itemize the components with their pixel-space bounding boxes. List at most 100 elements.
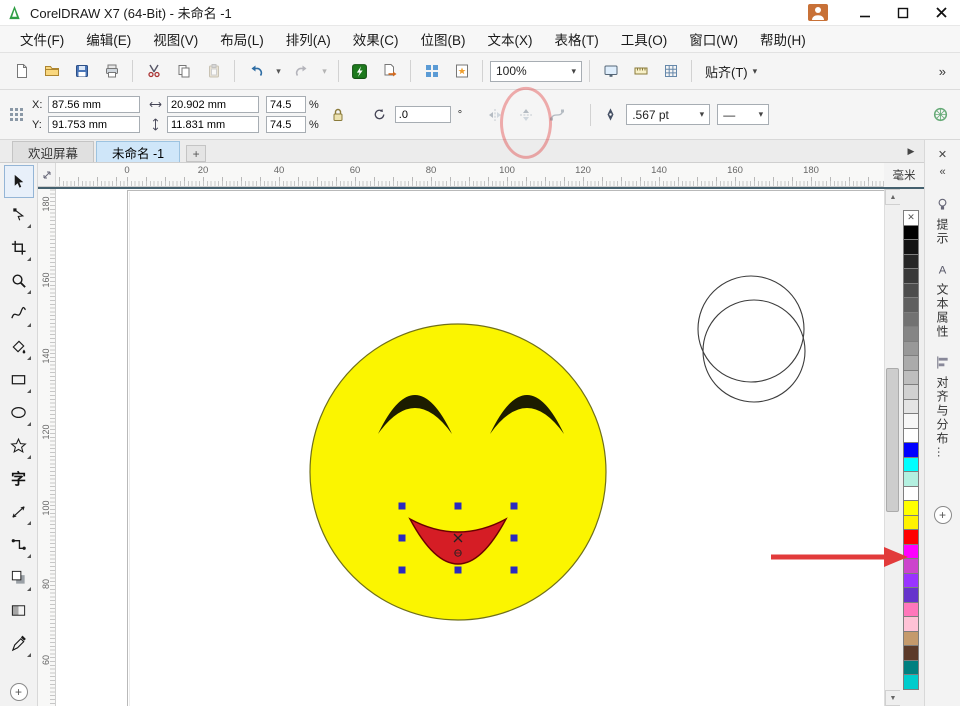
paste-button[interactable] [200,58,227,85]
show-grid-button[interactable] [657,58,684,85]
zoom-tool[interactable] [4,264,34,297]
menu-item-4[interactable]: 布局(L) [210,25,274,53]
interactive-options-button[interactable] [928,103,952,127]
palette-swatch-27[interactable] [903,602,919,618]
drop-shadow-tool[interactable] [4,561,34,594]
new-tab-button[interactable]: + [186,145,206,162]
docker-close-x-button[interactable]: ✕ [933,145,953,163]
lock-ratio-button[interactable] [326,103,350,127]
palette-swatch-29[interactable] [903,631,919,647]
shape-tool[interactable] [4,198,34,231]
palette-swatch-25[interactable] [903,573,919,589]
y-position-input[interactable] [48,116,140,133]
menu-item-1[interactable]: 文件(F) [10,25,74,53]
undo-dropdown[interactable]: ▾ [272,58,285,85]
docker-tab-hints[interactable]: 提示 [934,197,951,246]
new-document-button[interactable] [8,58,35,85]
palette-swatch-2[interactable] [903,239,919,255]
print-button[interactable] [98,58,125,85]
ellipse-tool[interactable] [4,396,34,429]
import-button[interactable] [346,58,373,85]
text-tool[interactable]: 字 [4,462,34,495]
document-tab-2[interactable]: 未命名 -1 [96,141,180,162]
copy-button[interactable] [170,58,197,85]
palette-swatch-32[interactable] [903,674,919,690]
palette-swatch-red[interactable] [903,529,919,545]
transparency-tool[interactable] [4,594,34,627]
color-eyedropper-tool[interactable] [4,627,34,660]
palette-swatch-15[interactable] [903,428,919,444]
palette-swatch-31[interactable] [903,660,919,676]
scroll-up-button[interactable]: ▲ [885,189,901,205]
canvas-area[interactable] [56,189,884,706]
parallel-dimension-tool[interactable] [4,495,34,528]
quick-customize-docker-button[interactable]: + [934,506,952,524]
welcome-screen-button[interactable] [448,58,475,85]
convert-to-curves-button[interactable] [545,103,569,127]
full-screen-preview-button[interactable] [597,58,624,85]
menu-item-7[interactable]: 位图(B) [411,25,476,53]
export-button[interactable] [376,58,403,85]
document-tab-1[interactable]: 欢迎屏幕 [12,141,94,162]
connector-tool[interactable] [4,528,34,561]
redo-button[interactable] [288,58,315,85]
palette-swatch-10[interactable] [903,355,919,371]
minimize-button[interactable] [846,0,884,25]
application-launcher-button[interactable] [418,58,445,85]
palette-swatch-21[interactable] [903,515,919,531]
menu-item-12[interactable]: 帮助(H) [750,25,816,53]
docker-tab-text-properties[interactable]: A文本属性 [934,262,951,339]
palette-swatch-26[interactable] [903,587,919,603]
redo-dropdown[interactable]: ▾ [318,58,331,85]
scale-x-input[interactable] [266,96,306,113]
scroll-down-button[interactable]: ▼ [885,690,901,706]
open-button[interactable] [38,58,65,85]
menu-item-8[interactable]: 文本(X) [478,25,543,53]
close-button[interactable] [922,0,960,25]
smart-fill-tool[interactable] [4,330,34,363]
cut-button[interactable] [140,58,167,85]
rotation-input[interactable] [395,106,451,123]
x-position-input[interactable] [48,96,140,113]
mirror-horizontal-button[interactable] [483,103,507,127]
save-button[interactable] [68,58,95,85]
outline-width-combo[interactable]: .567 pt ▾ [626,104,710,125]
palette-swatch-20[interactable] [903,500,919,516]
palette-swatch-28[interactable] [903,616,919,632]
menu-item-5[interactable]: 排列(A) [276,25,341,53]
palette-swatch-30[interactable] [903,645,919,661]
quick-customize-toolbox-button[interactable]: + [10,683,28,701]
line-style-combo[interactable]: — ▾ [717,104,769,125]
docker-tab-align-distribute[interactable]: 对齐与分布… [934,355,951,460]
palette-swatch-6[interactable] [903,297,919,313]
object-position-grid-icon[interactable] [8,106,25,123]
mirror-vertical-button[interactable] [514,103,538,127]
palette-swatch-4[interactable] [903,268,919,284]
palette-swatch-9[interactable] [903,341,919,357]
palette-swatch-8[interactable] [903,326,919,342]
palette-swatch-3[interactable] [903,254,919,270]
palette-swatch-13[interactable] [903,399,919,415]
palette-swatch-16[interactable] [903,442,919,458]
palette-swatch-7[interactable] [903,312,919,328]
smiley-face-shape[interactable] [310,324,606,620]
scale-y-input[interactable] [266,116,306,133]
crop-tool[interactable] [4,231,34,264]
snap-to-button[interactable]: 贴齐(T) ▾ [699,61,763,82]
menu-item-6[interactable]: 效果(C) [343,25,409,53]
vertical-scrollbar[interactable]: ▲ ▼ [884,189,900,706]
polygon-tool[interactable] [4,429,34,462]
menu-item-11[interactable]: 窗口(W) [679,25,748,53]
rectangle-tool[interactable] [4,363,34,396]
palette-swatch-24[interactable] [903,558,919,574]
palette-swatch-14[interactable] [903,413,919,429]
palette-swatch-0[interactable]: ✕ [903,210,919,226]
menu-item-3[interactable]: 视图(V) [143,25,208,53]
object-width-input[interactable] [167,96,259,113]
palette-swatch-12[interactable] [903,384,919,400]
horizontal-ruler[interactable]: 020406080100120140160180 [56,163,884,187]
pick-tool[interactable] [4,165,34,198]
docker-collapse-button[interactable]: « [933,163,953,181]
palette-swatch-23[interactable] [903,544,919,560]
tab-scroll-right-button[interactable]: ▶ [903,143,919,159]
